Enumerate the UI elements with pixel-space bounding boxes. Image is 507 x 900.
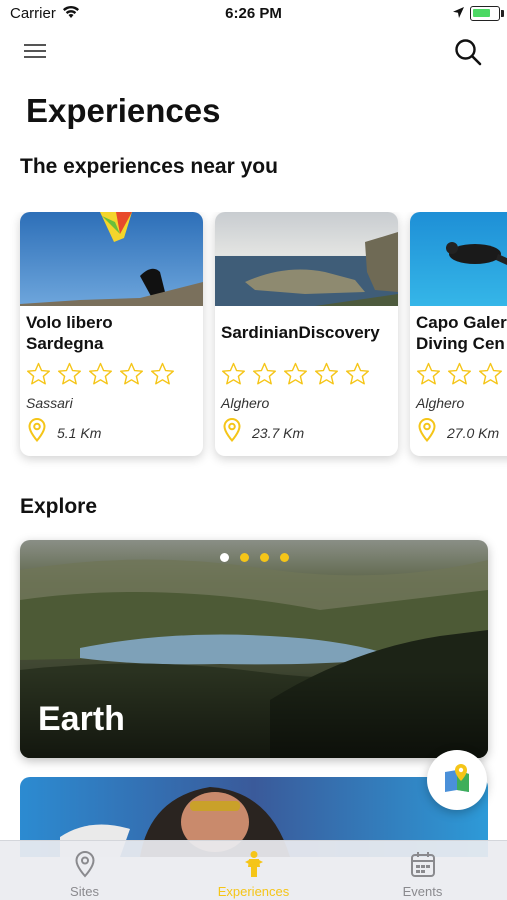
explore-section-title: Explore xyxy=(20,495,98,518)
map-pin-icon xyxy=(445,764,469,792)
paragliding-photo xyxy=(20,212,203,306)
experience-distance: 23.7 Km xyxy=(252,425,305,441)
battery-tip xyxy=(501,10,504,17)
battery-level xyxy=(473,9,490,17)
experience-card[interactable]: Volo libero Sardegna Sassari 5.1 Km xyxy=(20,212,203,456)
tab-sites[interactable]: Sites xyxy=(0,841,169,900)
banner-label: Earth xyxy=(38,700,125,738)
tab-experiences[interactable]: Experiences xyxy=(169,841,338,900)
map-view-button[interactable] xyxy=(427,750,487,810)
page-title: Experiences xyxy=(26,92,221,129)
location-arrow-icon xyxy=(453,7,464,18)
tab-label: Sites xyxy=(70,884,99,899)
star-icon[interactable] xyxy=(119,362,144,386)
map-pin-icon xyxy=(223,418,241,442)
page-indicator[interactable] xyxy=(220,553,289,562)
star-icon[interactable] xyxy=(345,362,370,386)
experience-city: Alghero xyxy=(416,395,465,411)
search-icon[interactable] xyxy=(452,36,484,68)
page-dot[interactable] xyxy=(220,553,229,562)
diving-photo xyxy=(410,212,507,306)
experience-distance: 27.0 Km xyxy=(447,425,500,441)
hamburger-menu-icon[interactable] xyxy=(24,42,48,62)
page-dot[interactable] xyxy=(280,553,289,562)
tab-bar: Sites Experiences Events xyxy=(0,840,507,900)
star-icon[interactable] xyxy=(150,362,175,386)
nearby-section-title: The experiences near you xyxy=(20,155,278,178)
star-icon[interactable] xyxy=(478,362,503,386)
star-icon[interactable] xyxy=(314,362,339,386)
experience-name: SardinianDiscovery xyxy=(221,323,380,342)
star-icon[interactable] xyxy=(447,362,472,386)
page-dot[interactable] xyxy=(240,553,249,562)
calendar-icon xyxy=(411,852,435,877)
experience-distance: 5.1 Km xyxy=(57,425,102,441)
nearby-experiences-carousel[interactable]: Volo libero Sardegna Sassari 5.1 Km Sard… xyxy=(0,212,507,472)
map-pin-icon xyxy=(418,418,436,442)
battery-icon xyxy=(470,6,500,21)
experience-name: Volo libero Sardegna xyxy=(26,313,113,353)
star-rating[interactable] xyxy=(26,362,175,386)
map-pin-icon xyxy=(28,418,46,442)
person-icon xyxy=(245,851,263,877)
star-icon[interactable] xyxy=(221,362,246,386)
status-bar: Carrier 6:26 PM xyxy=(0,0,507,28)
star-rating[interactable] xyxy=(221,362,370,386)
experience-card[interactable]: SardinianDiscovery Alghero 23.7 Km xyxy=(215,212,398,456)
experience-card[interactable]: Capo Galer Diving Cen Alghero 27.0 Km xyxy=(410,212,507,456)
experience-city: Sassari xyxy=(26,395,73,411)
star-rating[interactable] xyxy=(416,362,507,386)
page-dot[interactable] xyxy=(260,553,269,562)
experience-name: Capo Galer Diving Cen xyxy=(416,313,507,353)
explore-banner[interactable]: Earth xyxy=(20,540,488,758)
tab-label: Experiences xyxy=(217,884,290,899)
star-icon[interactable] xyxy=(416,362,441,386)
clock: 6:26 PM xyxy=(225,5,282,22)
coastline-photo xyxy=(215,212,398,306)
location-pin-icon xyxy=(75,850,95,878)
tab-events[interactable]: Events xyxy=(338,841,507,900)
star-icon[interactable] xyxy=(252,362,277,386)
star-icon[interactable] xyxy=(57,362,82,386)
star-icon[interactable] xyxy=(283,362,308,386)
star-icon[interactable] xyxy=(26,362,51,386)
star-icon[interactable] xyxy=(88,362,113,386)
experience-city: Alghero xyxy=(221,395,270,411)
tab-label: Events xyxy=(402,884,443,899)
